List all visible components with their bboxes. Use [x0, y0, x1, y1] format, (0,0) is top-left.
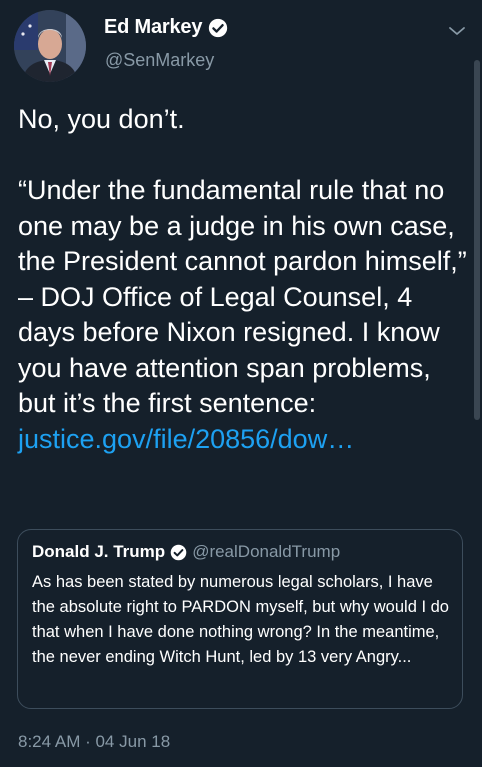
quoted-tweet-text: As has been stated by numerous legal sch… — [32, 573, 449, 666]
author-handle[interactable]: @SenMarkey — [105, 50, 214, 71]
tweet-body: “Under the fundamental rule that no one … — [18, 173, 470, 457]
tweet-line-1: No, you don’t. — [18, 104, 185, 134]
avatar[interactable] — [14, 10, 86, 82]
tweet-timestamp[interactable]: 8:24 AM · 04 Jun 18 — [18, 732, 170, 752]
quoted-tweet-card[interactable]: Donald J. Trump @realDonaldTrump As has … — [17, 529, 463, 709]
author-name-row[interactable]: Ed Markey — [104, 16, 228, 39]
verified-badge-icon — [208, 18, 228, 38]
quoted-tweet-header: Donald J. Trump @realDonaldTrump — [32, 542, 340, 562]
scrollbar[interactable] — [474, 60, 480, 420]
chevron-down-icon[interactable] — [448, 24, 466, 36]
verified-badge-icon — [170, 544, 187, 561]
tweet-text: No, you don’t. “Under the fundamental ru… — [18, 102, 470, 457]
quoted-author-handle: @realDonaldTrump — [192, 542, 341, 561]
author-display-name[interactable]: Ed Markey — [104, 16, 202, 39]
quoted-author-name: Donald J. Trump — [32, 542, 166, 561]
tweet-link[interactable]: justice.gov/file/20856/dow… — [18, 424, 354, 454]
tweet-body-text: “Under the fundamental rule that no one … — [18, 175, 467, 418]
